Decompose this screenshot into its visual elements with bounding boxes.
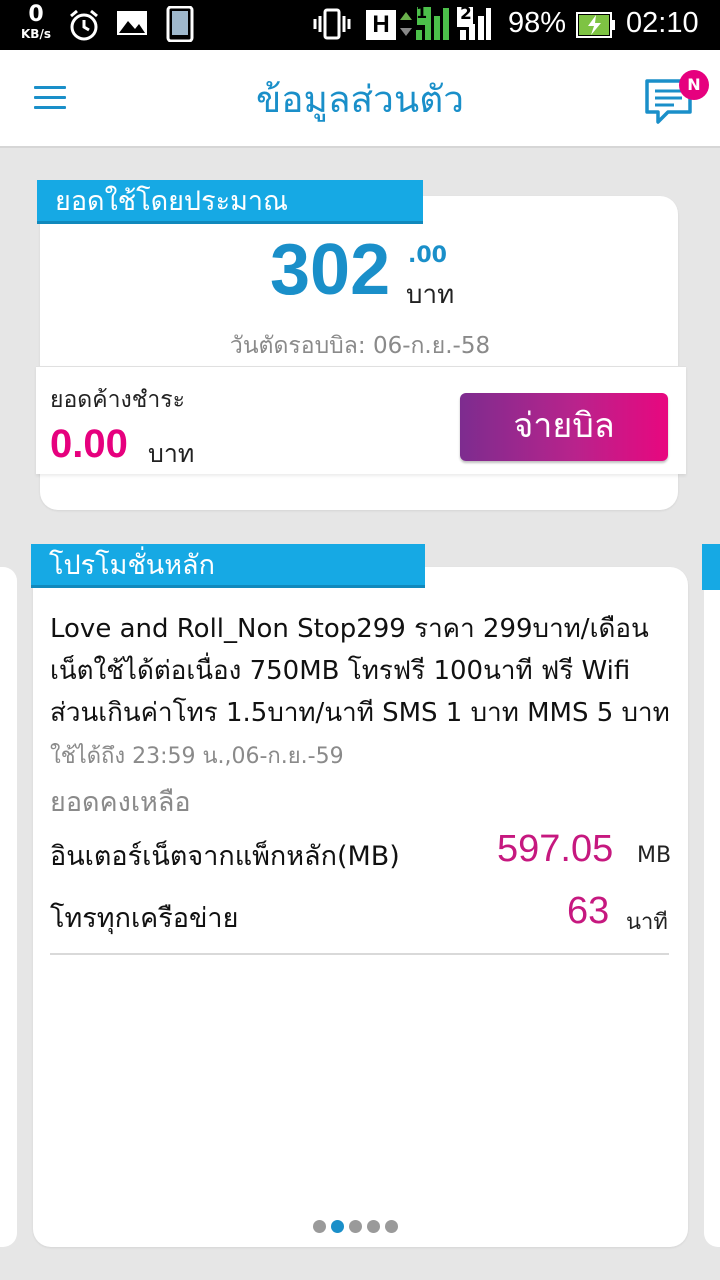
bill-cut-date: วันตัดรอบบิล: 06-ก.ย.-58 — [229, 333, 491, 359]
battery-percent: 98% — [508, 7, 567, 39]
pager-dot-active[interactable] — [331, 1220, 344, 1233]
call-balance-value: 63 — [567, 890, 610, 932]
clock-time: 02:10 — [626, 7, 699, 39]
pager-dot[interactable] — [367, 1220, 380, 1233]
network-speed: 0 KB/s — [16, 2, 56, 41]
carousel-pager — [313, 1216, 403, 1233]
carousel-next-card[interactable] — [704, 567, 720, 1247]
call-balance-label: โทรทุกเครือข่าย — [50, 903, 239, 934]
network-speed-unit: KB/s — [21, 27, 51, 41]
outstanding-amount: 0.00 — [50, 422, 128, 466]
pager-dot[interactable] — [313, 1220, 326, 1233]
phone-icon — [166, 5, 194, 46]
promotion-description-line: ส่วนเกินค่าโทร 1.5บาท/นาที SMS 1 บาท MMS… — [50, 698, 670, 728]
call-balance-unit: นาที — [626, 910, 668, 935]
usage-amount-decimal: .00 — [408, 243, 447, 268]
promotion-description-line: เน็ตใช้ได้ต่อเนื่อง 750MB โทรฟรี 100นาที… — [50, 656, 631, 686]
promotion-tab-label: โปรโมชั่นหลัก — [31, 544, 425, 588]
network-speed-value: 0 — [28, 2, 44, 27]
pager-dot[interactable] — [385, 1220, 398, 1233]
sim2-label: 2 — [460, 4, 472, 24]
divider — [50, 953, 669, 955]
usage-amount-unit: บาท — [406, 280, 455, 310]
promotion-description-line: Love and Roll_Non Stop299 ราคา 299บาท/เด… — [50, 614, 649, 644]
promotion-valid-until: ใช้ได้ถึง 23:59 น.,06-ก.ย.-59 — [50, 744, 344, 769]
status-bar: 0 KB/s H 1 2 98% 02:10 — [0, 0, 720, 50]
vibrate-icon — [312, 8, 352, 44]
carousel-prev-card[interactable] — [0, 567, 17, 1247]
battery-charging-icon — [576, 12, 616, 42]
app-header: ข้อมูลส่วนตัว — [0, 50, 720, 148]
page-title: ข้อมูลส่วนตัว — [255, 78, 465, 121]
remaining-label: ยอดคงเหลือ — [50, 787, 191, 818]
outstanding-label: ยอดค้างชำระ — [50, 387, 185, 413]
internet-balance-unit: MB — [637, 843, 672, 868]
usage-tab-label: ยอดใช้โดยประมาณ — [37, 180, 423, 224]
usage-amount: 302 — [270, 230, 391, 310]
internet-balance-label: อินเตอร์เน็ตจากแพ็กหลัก(MB) — [50, 841, 400, 872]
pay-bill-button[interactable]: จ่ายบิล — [460, 393, 668, 461]
outstanding-unit: บาท — [148, 439, 195, 468]
pager-dot[interactable] — [349, 1220, 362, 1233]
promotion-description: Love and Roll_Non Stop299 ราคา 299บาท/เด… — [50, 608, 690, 734]
notification-badge: N — [679, 70, 709, 100]
alarm-clock-icon — [68, 8, 100, 46]
network-h-icon: H — [366, 10, 396, 40]
sim1-label: 1 — [416, 3, 428, 22]
image-icon — [116, 8, 148, 42]
internet-balance-value: 597.05 — [497, 828, 614, 870]
carousel-next-tab — [702, 544, 720, 590]
